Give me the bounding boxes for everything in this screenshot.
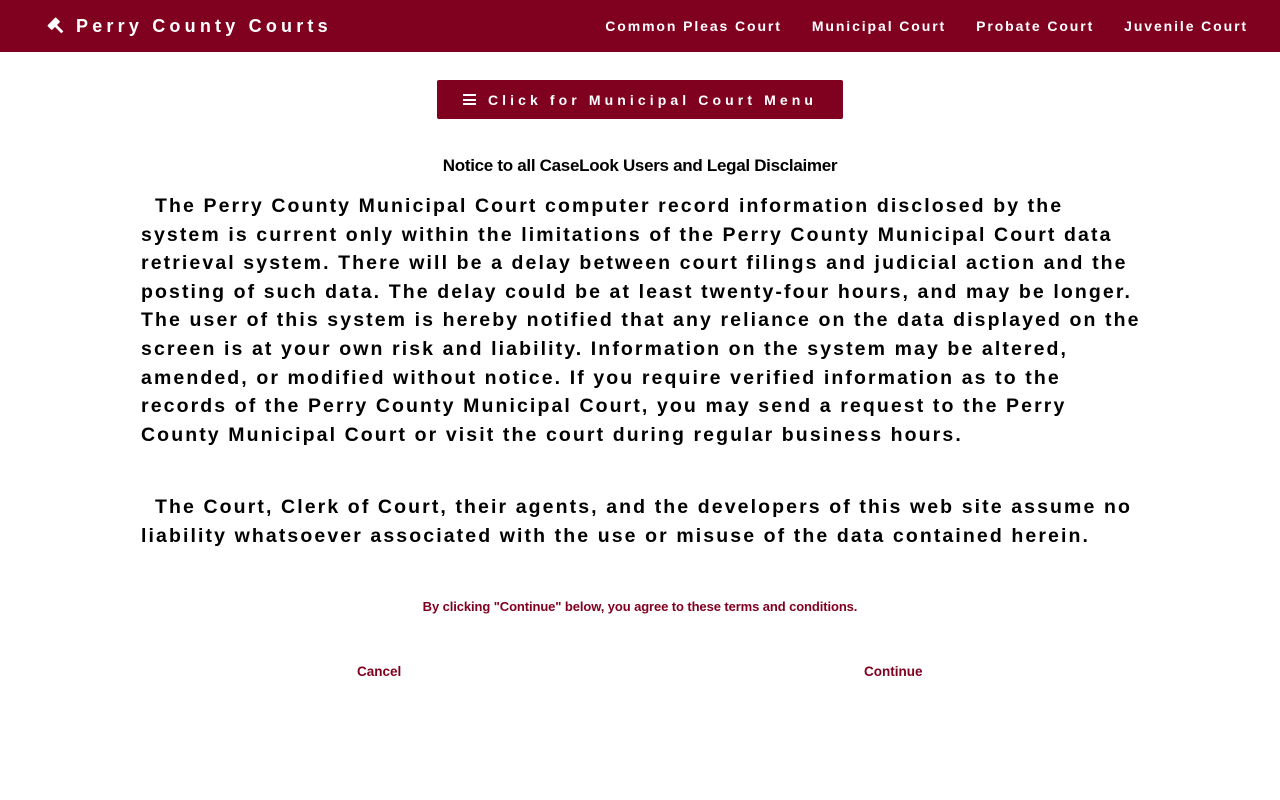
disclaimer-paragraph-2: The Court, Clerk of Court, their agents,… — [141, 496, 1132, 547]
brand-title: Perry County Courts — [76, 15, 332, 36]
disclaimer-paragraph-1: The Perry County Municipal Court compute… — [141, 195, 1141, 446]
brand-link[interactable]: Perry County Courts — [46, 0, 332, 52]
main-nav: Common Pleas Court Municipal Court Proba… — [575, 0, 1248, 52]
nav-juvenile-court[interactable]: Juvenile Court — [1124, 18, 1248, 34]
nav-probate-court[interactable]: Probate Court — [976, 18, 1094, 34]
agreement-text: By clicking "Continue" below, you agree … — [422, 599, 858, 614]
hamburger-icon — [462, 94, 476, 105]
nav-common-pleas-court[interactable]: Common Pleas Court — [605, 18, 782, 34]
menu-button-label: Click for Municipal Court Menu — [487, 91, 818, 108]
continue-link[interactable]: Continue — [864, 664, 923, 679]
notice-title: Notice to all CaseLook Users and Legal D… — [442, 156, 838, 175]
gavel-icon — [46, 16, 66, 36]
cancel-link[interactable]: Cancel — [357, 664, 401, 679]
nav-municipal-court[interactable]: Municipal Court — [812, 18, 946, 34]
top-navbar: Perry County Courts Common Pleas Court M… — [0, 0, 1280, 52]
municipal-court-menu-button[interactable]: Click for Municipal Court Menu — [437, 80, 843, 119]
